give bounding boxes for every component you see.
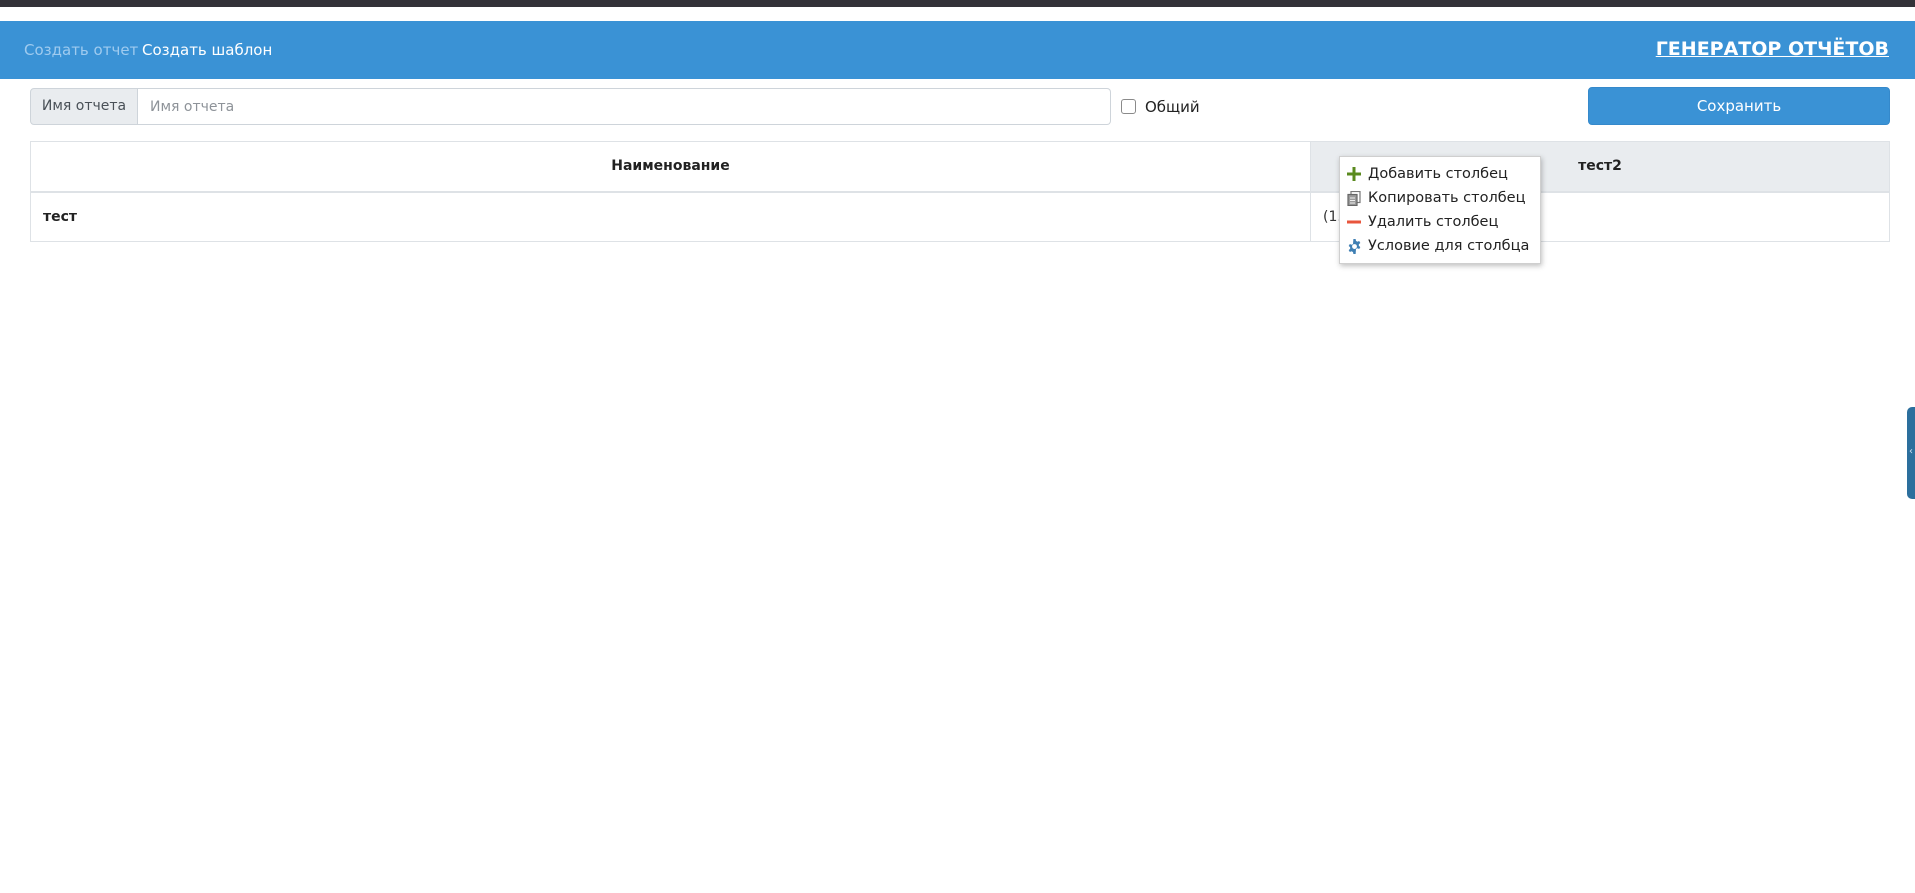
plus-icon [1345,165,1363,183]
nav-create-report[interactable]: Создать отчет [24,40,138,60]
menu-column-condition[interactable]: Условие для столбца [1340,234,1540,258]
table-header-row: Наименование тест2 [30,141,1890,193]
menu-item-label: Копировать столбец [1368,190,1526,206]
menu-item-label: Добавить столбец [1368,166,1508,182]
report-name-input[interactable] [138,88,1111,125]
report-table: Наименование тест2 тест (1. [30,141,1890,242]
minus-icon [1345,213,1363,231]
menu-item-label: Удалить столбец [1368,214,1499,230]
brand-title[interactable]: ГЕНЕРАТОР ОТЧЁТОВ [1656,37,1889,61]
column-header-name[interactable]: Наименование [30,141,1311,193]
menu-item-label: Условие для столбца [1368,238,1530,254]
menu-delete-column[interactable]: Удалить столбец [1340,210,1540,234]
column-context-menu: Добавить столбец Копировать столбец Удал… [1339,156,1541,264]
report-name-group: Имя отчета [30,88,1111,125]
chevron-left-icon: ‹ [1909,446,1913,457]
table-row: тест (1. [30,191,1890,242]
report-name-label: Имя отчета [30,88,138,125]
copy-icon [1345,189,1363,207]
nav-create-template[interactable]: Создать шаблон [142,40,272,60]
common-label: Общий [1145,98,1200,116]
row-name-cell[interactable]: тест [30,191,1311,242]
menu-copy-column[interactable]: Копировать столбец [1340,186,1540,210]
save-button[interactable]: Сохранить [1588,87,1890,125]
gear-icon [1345,237,1363,255]
side-panel-toggle[interactable]: ‹ [1907,407,1915,499]
window-top-strip [0,0,1915,7]
navbar: Создать отчет Создать шаблон ГЕНЕРАТОР О… [0,21,1915,79]
common-checkbox[interactable] [1121,99,1136,114]
menu-add-column[interactable]: Добавить столбец [1340,162,1540,186]
